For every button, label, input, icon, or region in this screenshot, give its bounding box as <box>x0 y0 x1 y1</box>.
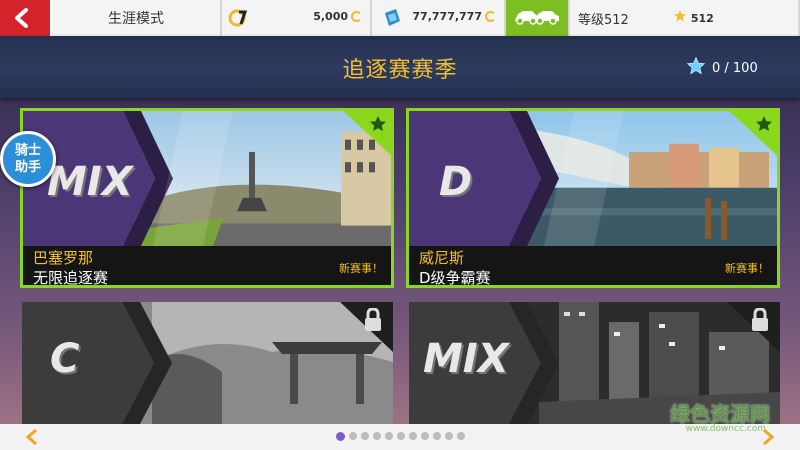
credits-icon <box>228 8 248 31</box>
page-dot[interactable] <box>349 432 357 440</box>
page-dot[interactable] <box>397 432 405 440</box>
chevron-left-icon <box>12 8 38 32</box>
lock-icon <box>750 307 770 336</box>
event-card-venice[interactable]: D 威尼斯 D级争霸赛 新赛事！ <box>406 108 780 288</box>
event-class-label: C <box>50 336 80 382</box>
completion-badge <box>716 111 777 162</box>
page-indicator <box>336 432 469 441</box>
knight-helper-button[interactable]: 骑士 助手 <box>0 131 56 187</box>
page-dot[interactable] <box>373 432 381 440</box>
page-dot[interactable] <box>385 432 393 440</box>
page-dot[interactable] <box>421 432 429 440</box>
star-progress-text: 0 / 100 <box>712 60 758 76</box>
season-star-progress: 0 / 100 <box>686 56 758 80</box>
event-card-barcelona[interactable]: MIX 巴塞罗那 无限追逐赛 新赛事！ <box>20 108 394 288</box>
credits-value: 5,000 <box>313 10 348 23</box>
page-dot[interactable] <box>445 432 453 440</box>
bottom-bar <box>0 424 800 450</box>
event-city: 巴塞罗那 <box>33 249 94 267</box>
back-button[interactable] <box>0 0 52 36</box>
helper-line-1: 骑士 <box>14 143 41 158</box>
level-display[interactable]: 等级512 512 <box>570 0 800 36</box>
level-label: 等级512 <box>578 12 629 28</box>
event-class-label: D <box>439 159 473 205</box>
cars-icon <box>513 5 561 31</box>
tokens-icon <box>382 7 402 32</box>
tokens-value: 77,777,777 <box>412 10 482 23</box>
stars-total: 512 <box>690 11 714 25</box>
page-dot[interactable] <box>361 432 369 440</box>
credits-counter[interactable]: 5,000 <box>222 0 372 36</box>
event-city: 威尼斯 <box>419 249 465 267</box>
event-class-label: MIX <box>423 336 509 382</box>
event-card-locked-c[interactable]: C <box>22 302 393 424</box>
new-event-label: 新赛事！ <box>339 262 383 275</box>
watermark-url: www.downcc.com <box>685 424 766 434</box>
event-class-label: MIX <box>47 159 133 205</box>
season-header: 追逐赛赛季 0 / 100 <box>0 36 800 98</box>
star-icon <box>686 56 706 80</box>
top-bar: 生涯模式 5,000 77,777,777 等级512 512 <box>0 0 800 36</box>
event-name: 无限追逐赛 <box>33 269 109 287</box>
tokens-counter[interactable]: 77,777,777 <box>372 0 506 36</box>
watermark-text: 绿色资源网 <box>670 402 770 426</box>
new-event-label: 新赛事！ <box>725 262 769 275</box>
coin-icon <box>351 11 362 22</box>
page-title: 追逐赛赛季 <box>342 58 458 83</box>
event-info: 巴塞罗那 无限追逐赛 新赛事！ <box>23 246 391 287</box>
lock-icon <box>363 307 383 336</box>
helper-line-2: 助手 <box>14 160 41 175</box>
garage-button[interactable] <box>506 0 570 36</box>
page-dot[interactable] <box>457 432 465 440</box>
event-name: D级争霸赛 <box>419 269 491 287</box>
previous-page-arrow-icon[interactable] <box>24 428 40 450</box>
coin-icon <box>485 11 496 22</box>
page-dot[interactable] <box>409 432 417 440</box>
star-icon <box>673 9 687 27</box>
completion-badge <box>330 111 391 162</box>
career-mode-label[interactable]: 生涯模式 <box>52 0 222 36</box>
page-dot[interactable] <box>433 432 441 440</box>
page-dot[interactable] <box>336 432 345 441</box>
event-info: 威尼斯 D级争霸赛 新赛事！ <box>409 246 777 287</box>
